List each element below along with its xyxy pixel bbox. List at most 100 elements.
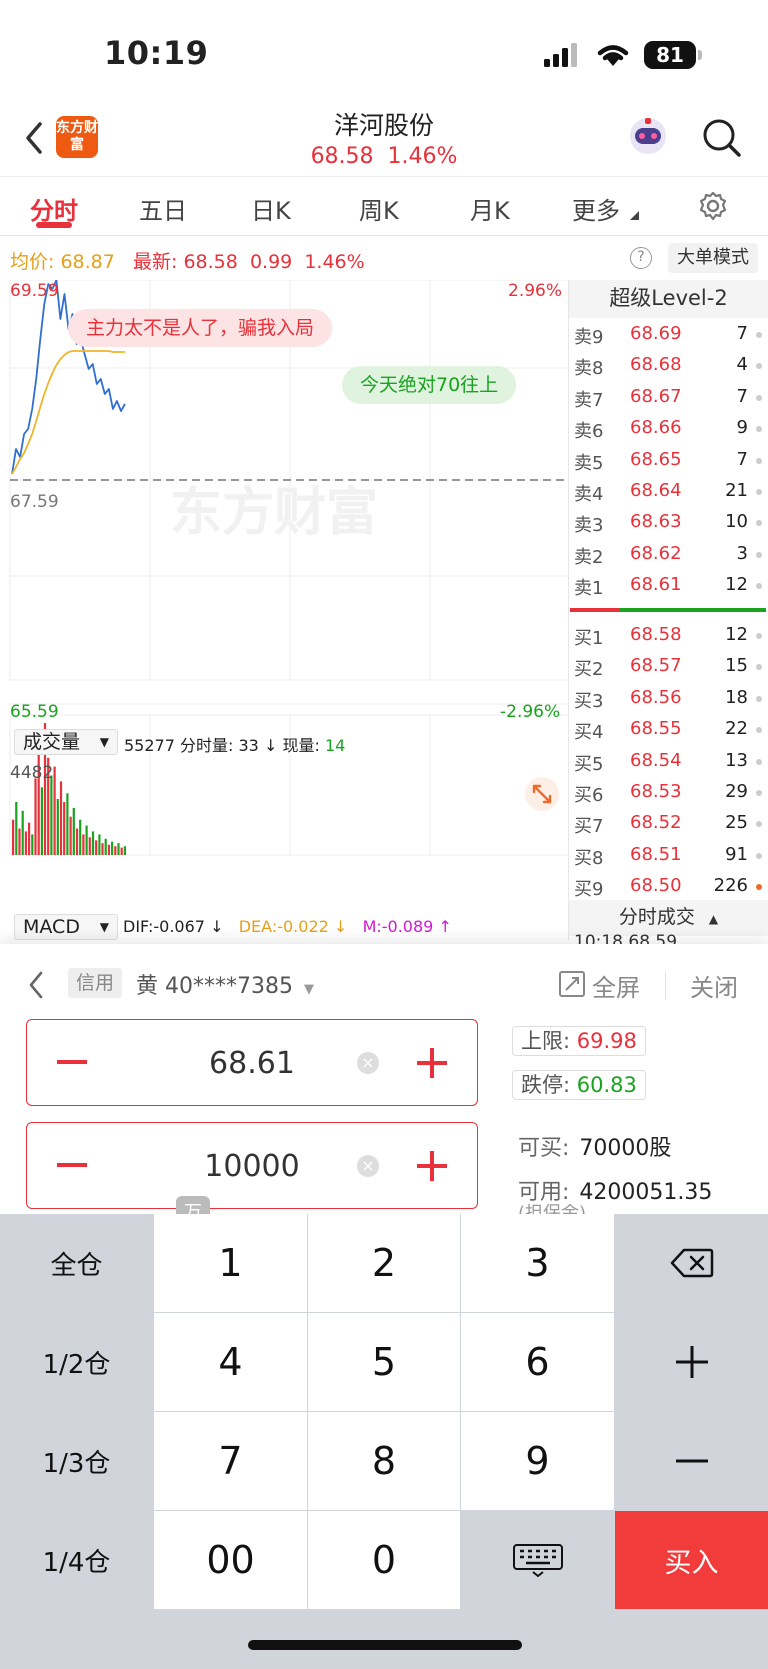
key-0[interactable]: 0 [308,1511,460,1609]
active-tab-indicator [36,222,72,228]
help-icon[interactable]: ? [630,247,652,269]
lower-limit-value: 60.83 [576,1073,637,1097]
clear-icon[interactable]: × [357,1052,379,1074]
search-icon[interactable] [702,118,742,158]
close-button[interactable]: 关闭 [690,968,738,1003]
orderbook-row-bid[interactable]: 买7 68.52 25 [574,808,768,839]
macd-indicator-select[interactable]: MACD ▼ [14,914,118,940]
orderbook-row-ask[interactable]: 卖9 68.69 7 [574,319,768,350]
orderbook-row-ask[interactable]: 卖1 68.61 12 [574,570,768,601]
orderbook-row-ask[interactable]: 卖5 68.65 7 [574,445,768,476]
orderbook-dot [756,884,762,891]
orderbook-row-ask[interactable]: 卖3 68.63 10 [574,507,768,538]
orderbook-level: 卖2 [574,546,604,568]
account-select[interactable]: 黄 40****7385 ▼ [136,968,314,1000]
key-00[interactable]: 00 [154,1511,307,1609]
orderbook-row-bid[interactable]: 买6 68.53 29 [574,777,768,808]
volume-bar [24,831,27,855]
gear-icon[interactable] [698,191,728,221]
key-3[interactable]: 3 [461,1214,614,1312]
quantity-input[interactable]: 10000 [27,1149,477,1184]
key-minus[interactable] [615,1412,768,1510]
orderbook-row-bid[interactable]: 买4 68.55 22 [574,714,768,745]
orderbook-row-bid[interactable]: 买2 68.57 15 [574,651,768,682]
orderbook-price: 68.50 [630,875,682,897]
back-arrow-icon[interactable] [26,970,46,1000]
volume-bar [63,802,66,855]
robot-assistant-icon[interactable] [626,114,670,158]
lower-limit-label: 跌停: [521,1073,571,1097]
plus-icon[interactable] [417,1048,447,1078]
price-input[interactable]: 68.61 [27,1046,477,1081]
orderbook-dot [756,758,762,765]
ticks-title[interactable]: 分时成交 ▲ [569,900,768,936]
key-1[interactable]: 1 [154,1214,307,1312]
orderbook-dot [756,633,762,639]
tab-five-day[interactable]: 五日 [139,191,187,226]
key-quarter-position[interactable]: 1/4仓 [0,1511,153,1609]
home-indicator[interactable] [248,1640,522,1650]
orderbook-row-ask[interactable]: 卖4 68.64 21 [574,476,768,507]
fullscreen-button[interactable]: 全屏 [592,968,640,1003]
tab-monthly-k[interactable]: 月K [470,191,510,226]
key-9[interactable]: 9 [461,1412,614,1510]
orderbook-row-ask[interactable]: 卖8 68.68 4 [574,350,768,381]
volume-now-label: 现量: [282,736,320,755]
key-7[interactable]: 7 [154,1412,307,1510]
key-hide-keyboard[interactable] [461,1511,614,1609]
orderbook-row-bid[interactable]: 买5 68.54 13 [574,746,768,777]
volume-minute: 33 [238,736,259,755]
orderbook-volume: 12 [725,574,748,596]
orderbook-row-bid[interactable]: 买1 68.58 12 [574,620,768,651]
orderbook-row-ask[interactable]: 卖2 68.62 3 [574,539,768,570]
clear-icon[interactable]: × [357,1155,379,1177]
orderbook-price: 68.51 [630,843,682,865]
buy-button[interactable]: 买入 [615,1511,768,1609]
orderbook-row-bid[interactable]: 买3 68.56 18 [574,683,768,714]
orderbook-row-ask[interactable]: 卖6 68.66 9 [574,413,768,444]
comment-bubble-red[interactable]: 主力太不是人了，骗我入局 [68,309,333,347]
key-6[interactable]: 6 [461,1313,614,1411]
orderbook-row-ask[interactable]: 卖7 68.67 7 [574,382,768,413]
key-8[interactable]: 8 [308,1412,460,1510]
volume-bar [104,838,107,855]
volume-bar [53,766,56,855]
key-half-position[interactable]: 1/2仓 [0,1313,153,1411]
tab-more[interactable]: 更多 [572,191,620,226]
quantity-stepper[interactable]: 10000 × [26,1122,478,1209]
orderbook-level: 卖1 [574,578,604,600]
volume-bar [82,834,85,855]
key-plus[interactable] [615,1313,768,1411]
comment-bubble-green[interactable]: 今天绝对70往上 [342,366,517,404]
big-order-mode-button[interactable]: 大单模式 [668,243,758,273]
key-4[interactable]: 4 [154,1313,307,1411]
chevron-down-icon: ▼ [99,920,109,934]
key-5[interactable]: 5 [308,1313,460,1411]
orderbook-volume: 18 [725,686,748,708]
orderbook-price: 68.52 [630,812,682,834]
plus-icon [675,1346,708,1378]
orderbook-row-bid[interactable]: 买9 68.50 226 [574,871,768,902]
price-stepper[interactable]: 68.61 × [26,1019,478,1106]
tab-weekly-k[interactable]: 周K [359,191,399,226]
volume-bar [15,802,18,855]
orderbook-row-bid[interactable]: 买8 68.51 91 [574,840,768,871]
tab-intraday[interactable]: 分时 [30,191,78,226]
volume-indicator-select[interactable]: 成交量 ▼ [14,729,118,755]
volume-bar [101,843,104,855]
plus-icon[interactable] [417,1151,447,1181]
volume-bar [95,840,98,855]
orderbook-dot [756,426,762,433]
volume-bar [98,834,101,855]
expand-icon[interactable] [524,776,560,812]
fullscreen-icon[interactable] [558,970,586,998]
key-backspace[interactable] [615,1214,768,1312]
key-full-position[interactable]: 全仓 [0,1214,153,1312]
volume-bar [107,844,110,855]
orderbook-price: 68.55 [630,718,682,740]
key-third-position[interactable]: 1/3仓 [0,1412,153,1510]
tab-daily-k[interactable]: 日K [251,191,291,226]
key-2[interactable]: 2 [308,1214,460,1312]
divider [665,972,666,1000]
available-label: 可用: [518,1180,570,1205]
